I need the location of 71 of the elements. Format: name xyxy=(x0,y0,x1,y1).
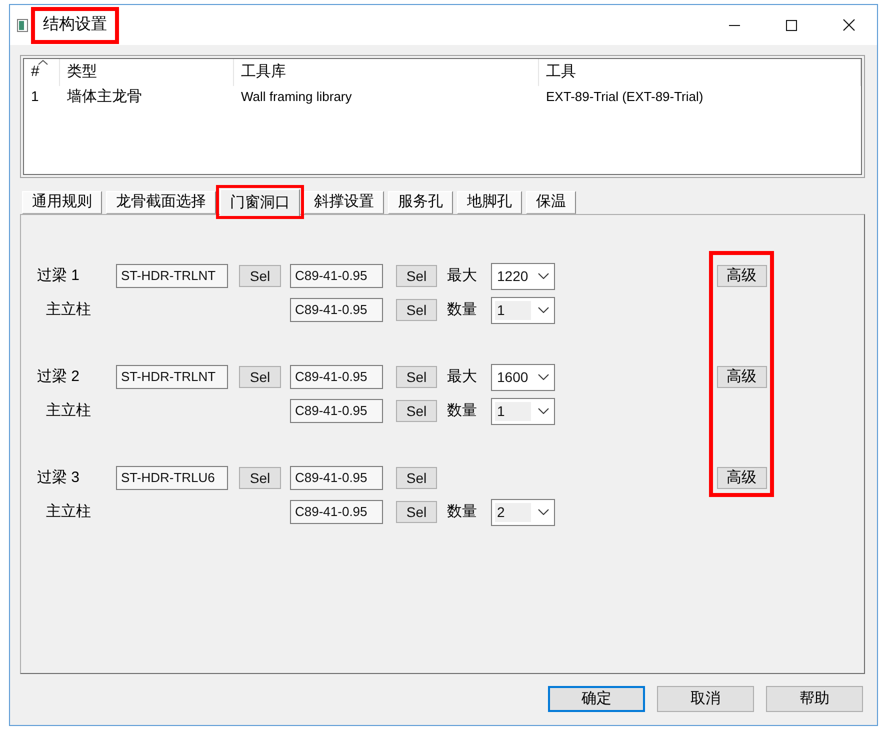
tab[interactable]: 服务孔 xyxy=(388,191,453,214)
text-field[interactable]: ST-HDR-TRLU6 xyxy=(116,466,228,490)
row-label: 主立柱 xyxy=(45,300,91,320)
tab[interactable]: 门窗洞口 xyxy=(220,189,300,216)
field-label: 数量 xyxy=(447,300,477,320)
dialog-button[interactable]: 帮助 xyxy=(766,686,863,712)
window-title: 结构设置 xyxy=(43,14,107,35)
tab[interactable]: 保温 xyxy=(526,191,576,214)
dropdown[interactable]: 1600 xyxy=(491,364,555,390)
chevron-down-icon xyxy=(538,273,549,279)
tab[interactable]: 地脚孔 xyxy=(457,191,522,214)
row-label: 主立柱 xyxy=(45,400,91,421)
tab[interactable]: 通用规则 xyxy=(22,191,102,214)
dropdown-value: 1 xyxy=(495,402,531,420)
chevron-down-icon xyxy=(538,408,549,414)
tab[interactable]: 斜撑设置 xyxy=(304,191,384,214)
maximize-icon xyxy=(786,20,797,30)
text-field[interactable]: C89-41-0.95 xyxy=(290,264,383,288)
chevron-down-icon xyxy=(538,509,549,515)
chevron-down-icon xyxy=(538,374,549,380)
dialog-button[interactable]: 确定 xyxy=(548,686,645,712)
close-icon xyxy=(842,19,854,31)
advanced-button[interactable]: 高级 xyxy=(716,366,766,388)
row-label: 过梁 1 xyxy=(37,266,80,286)
text-field[interactable]: ST-HDR-TRLNT xyxy=(116,264,228,288)
advanced-button[interactable]: 高级 xyxy=(716,467,766,489)
select-button[interactable]: Sel xyxy=(396,467,437,489)
select-button[interactable]: Sel xyxy=(396,366,437,388)
table-cell: 1 xyxy=(31,88,39,104)
select-button[interactable]: Sel xyxy=(239,265,281,287)
dropdown-value: 1220 xyxy=(496,266,528,286)
text-field[interactable]: C89-41-0.95 xyxy=(290,466,383,490)
text-field[interactable]: C89-41-0.95 xyxy=(290,298,383,322)
dialog-button[interactable]: 取消 xyxy=(657,686,754,712)
text-field[interactable]: ST-HDR-TRLNT xyxy=(116,365,228,389)
row-label: 主立柱 xyxy=(45,502,91,522)
row-label: 过梁 2 xyxy=(37,366,80,387)
column-header[interactable]: 类型 xyxy=(60,59,234,86)
dropdown-value: 1 xyxy=(495,300,531,320)
select-button[interactable]: Sel xyxy=(396,400,437,422)
text-field[interactable]: C89-41-0.95 xyxy=(290,365,383,389)
text-field[interactable]: C89-41-0.95 xyxy=(290,500,383,524)
field-label: 最大 xyxy=(447,266,477,286)
column-header[interactable]: 工具 xyxy=(539,59,861,86)
field-label: 数量 xyxy=(447,502,477,522)
dropdown-value: 2 xyxy=(495,502,531,522)
sort-caret-icon xyxy=(38,60,48,65)
table-cell: Wall framing library xyxy=(241,89,352,104)
dropdown[interactable]: 1 xyxy=(491,398,555,424)
select-button[interactable]: Sel xyxy=(239,366,281,388)
select-button[interactable]: Sel xyxy=(396,501,437,523)
field-label: 最大 xyxy=(447,366,477,387)
minimize-icon xyxy=(729,24,740,26)
row-label: 过梁 3 xyxy=(37,468,80,488)
dropdown[interactable]: 1 xyxy=(491,296,555,324)
dropdown[interactable]: 2 xyxy=(491,498,555,526)
chevron-down-icon xyxy=(538,307,549,313)
select-button[interactable]: Sel xyxy=(396,265,437,287)
text-field[interactable]: C89-41-0.95 xyxy=(290,399,383,423)
advanced-button[interactable]: 高级 xyxy=(716,265,766,287)
tab[interactable]: 龙骨截面选择 xyxy=(106,191,216,214)
dropdown-value: 1600 xyxy=(496,368,528,386)
column-header[interactable]: # xyxy=(24,59,60,86)
select-button[interactable]: Sel xyxy=(396,299,437,321)
field-label: 数量 xyxy=(447,400,477,421)
table-cell: EXT-89-Trial (EXT-89-Trial) xyxy=(546,89,704,104)
dropdown[interactable]: 1220 xyxy=(491,262,555,290)
select-button[interactable]: Sel xyxy=(239,467,281,489)
table-cell: 墙体主龙骨 xyxy=(67,88,142,105)
app-icon xyxy=(17,18,28,32)
column-header[interactable]: 工具库 xyxy=(234,59,539,86)
